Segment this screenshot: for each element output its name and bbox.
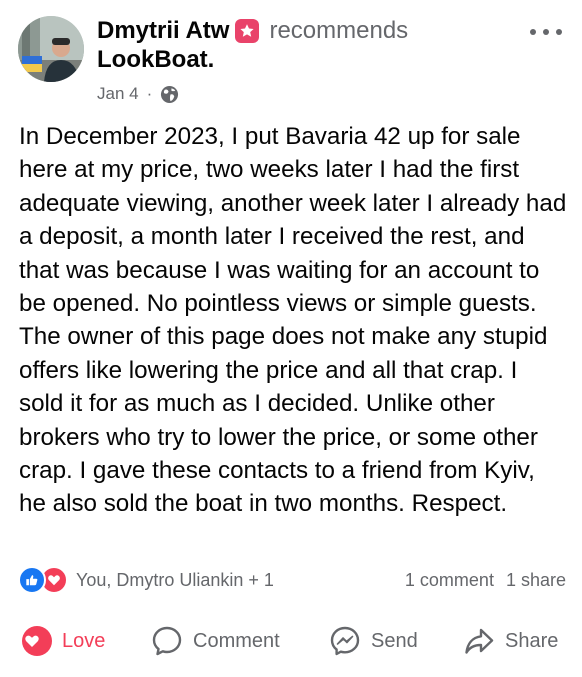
send-button-label: Send [371,629,418,652]
post-header-line: Dmytrii Atw recommends [97,14,408,48]
send-button[interactable]: Send [329,618,418,664]
page-name-link[interactable]: LookBoat [97,46,208,73]
comment-button[interactable]: Comment [151,618,280,664]
recommend-star-icon [235,19,260,43]
engagement-counts: 1 comment 1 share [405,570,566,591]
post-actions: Love Comment Send Share [0,618,582,664]
love-button[interactable]: Love [22,618,105,664]
author-avatar[interactable] [18,16,84,82]
share-count[interactable]: 1 share [506,570,566,591]
comment-button-label: Comment [193,629,280,652]
reactors-text[interactable]: You, Dmytro Uliankin + 1 [76,570,274,591]
comment-icon [151,625,193,657]
like-icon [18,566,46,594]
post-meta: Jan 4 · [97,83,179,105]
share-button-label: Share [505,629,559,652]
recommendation-post: Dmytrii Atw recommends LookBoat. Jan 4 ·… [0,0,582,677]
love-reaction-icon [22,626,52,656]
share-icon [463,625,505,657]
comment-count[interactable]: 1 comment [405,570,494,591]
meta-separator: · [146,84,153,103]
avatar-photo [18,16,84,82]
post-body-text: In December 2023, I put Bavaria 42 up fo… [19,123,567,518]
reaction-icons[interactable] [18,566,68,594]
messenger-icon [329,625,371,657]
page-name-suffix: . [207,46,215,73]
love-button-label: Love [62,629,106,652]
more-options-icon[interactable] [530,22,562,42]
author-name[interactable]: Dmytrii Atw [97,17,229,45]
post-date[interactable]: Jan 4 [97,84,139,104]
globe-icon [160,85,179,104]
reactions-summary: You, Dmytro Uliankin + 1 1 comment 1 sha… [18,566,566,594]
more-dot [543,29,549,35]
recommends-label: recommends [269,17,409,44]
more-dot [556,29,562,35]
share-button[interactable]: Share [463,618,558,664]
more-dot [530,29,536,35]
page-name-line: LookBoat. [97,46,214,74]
